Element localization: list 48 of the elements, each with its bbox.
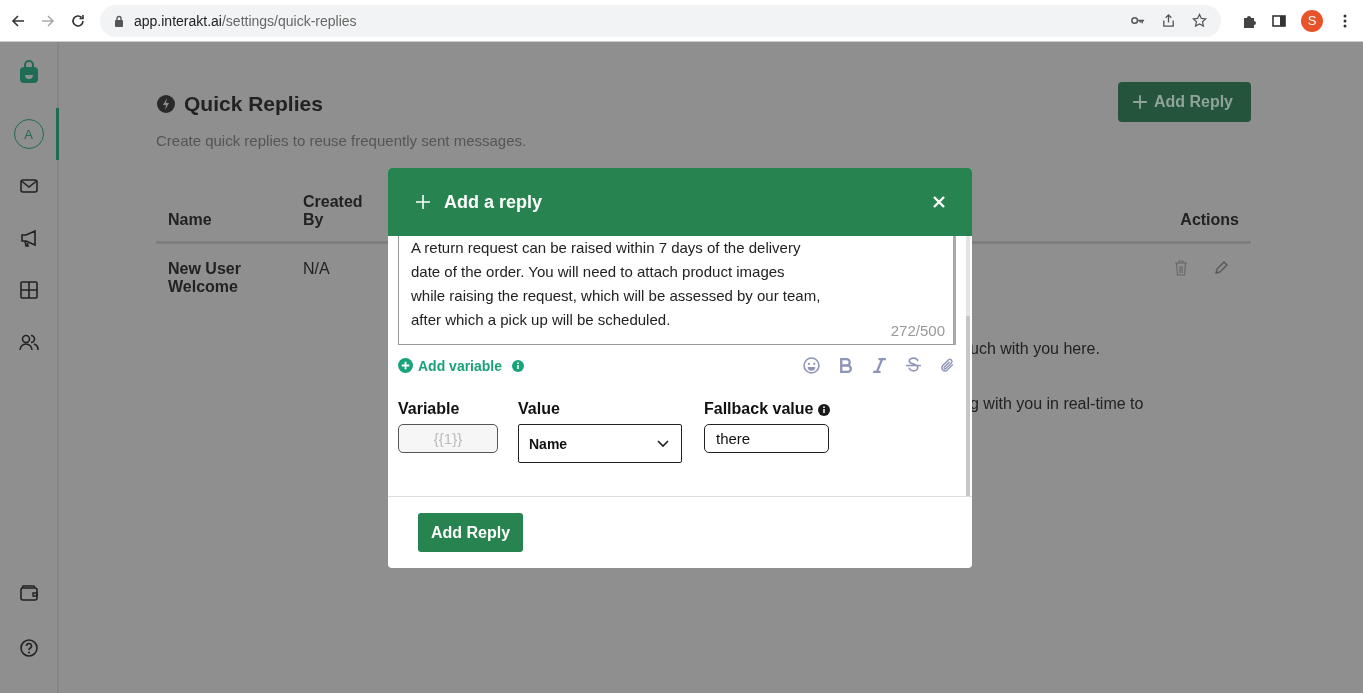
page-title: Quick Replies (184, 92, 323, 116)
profile-avatar[interactable]: S (1301, 9, 1323, 32)
column-header: Created By (303, 193, 364, 229)
message-field[interactable] (398, 236, 956, 345)
plus-icon (416, 195, 430, 209)
character-counter: 272/500 (890, 322, 945, 340)
mail-icon (18, 176, 39, 196)
field-label: Value (518, 400, 560, 417)
italic-icon[interactable] (871, 357, 888, 374)
fallback-field[interactable]: there (704, 424, 829, 453)
field-label: Variable (398, 400, 460, 417)
address-bar[interactable]: app.interakt.ai/settings/quick-replies (100, 4, 1221, 37)
bold-icon[interactable] (837, 357, 854, 374)
plus-circle-icon (398, 358, 413, 373)
back-icon[interactable] (10, 12, 26, 29)
megaphone-icon (18, 228, 39, 248)
plus-icon (1131, 94, 1148, 110)
forward-icon[interactable] (40, 12, 56, 29)
column-header: Actions (1180, 211, 1239, 229)
value-dropdown[interactable]: Name (518, 424, 682, 463)
wallet-icon[interactable] (18, 583, 39, 603)
strikethrough-icon[interactable] (905, 357, 922, 374)
add-variable-link[interactable]: Add variable (398, 357, 503, 374)
add-reply-button[interactable]: Add Reply (1117, 82, 1251, 122)
sidebar-panel-icon[interactable] (1271, 12, 1287, 29)
table-cell-text: N/A (303, 260, 331, 279)
page-subtitle: Create quick replies to reuse frequently sent messages. (156, 132, 528, 149)
paperclip-icon[interactable] (939, 357, 956, 374)
lightning-bubble-icon (156, 94, 176, 114)
chevron-down-icon (657, 439, 669, 448)
reload-icon[interactable] (70, 12, 86, 29)
message-text: A return request can be raised within 7 days of the delivery date of the order. You will need to attach product images while raising the request, which will be assessed by our team, after which a pick up will be scheduled. (411, 238, 821, 330)
share-icon[interactable] (1161, 13, 1176, 28)
field-label: Fallback value (704, 400, 814, 418)
lock-icon (114, 14, 124, 27)
info-icon[interactable] (818, 404, 831, 416)
users-icon (18, 332, 39, 352)
add-reply-button[interactable]: Add Reply (418, 513, 524, 552)
variable-field: {{1}} (398, 424, 498, 453)
table-cell-text: New User Welcome (168, 260, 242, 296)
modal-title: Add a reply (444, 191, 543, 213)
close-icon[interactable] (932, 195, 946, 209)
help-icon[interactable] (18, 638, 39, 658)
pencil-icon[interactable] (1213, 260, 1229, 276)
grid-icon (18, 280, 39, 300)
emoji-icon[interactable] (803, 357, 820, 374)
column-header: Name (168, 211, 213, 229)
star-icon[interactable] (1192, 13, 1207, 28)
